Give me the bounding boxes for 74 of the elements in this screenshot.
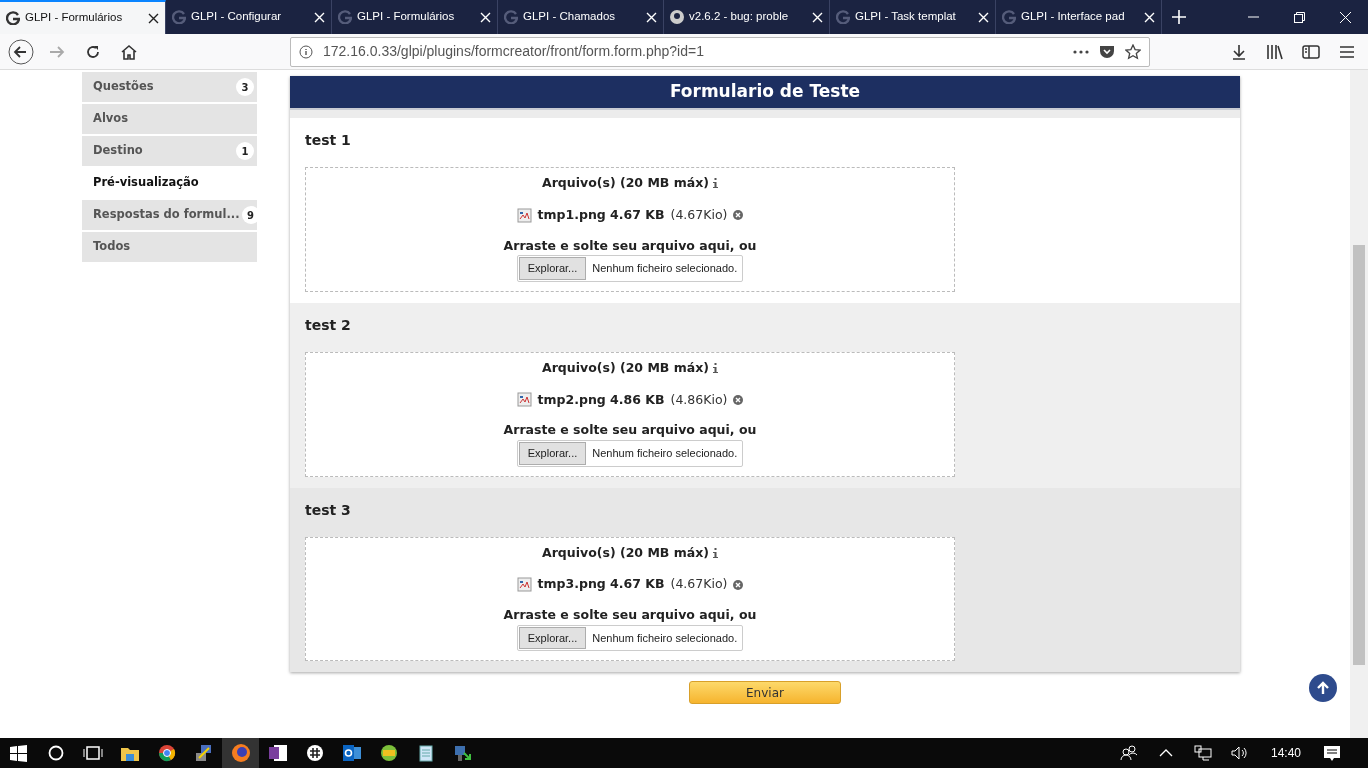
file-name: tmp3.png 4.67 KB bbox=[537, 575, 665, 594]
sidebar-item-label: Respostas do formul... bbox=[93, 206, 240, 224]
g-logo-icon bbox=[172, 10, 186, 24]
file-input[interactable]: Explorar... Nenhum ficheiro selecionado. bbox=[516, 255, 744, 282]
arrow-up-icon bbox=[1316, 681, 1330, 695]
field-label: Arquivo(s) (20 MB máx) bbox=[542, 174, 709, 192]
scroll-to-top-button[interactable] bbox=[1309, 674, 1337, 702]
sidebar-item-label: Destino bbox=[93, 142, 143, 160]
clock[interactable]: 14:40 bbox=[1258, 744, 1313, 762]
url-text: 172.16.0.33/glpi/plugins/formcreator/front/form.form.php?id=1 bbox=[323, 42, 705, 61]
sidebar-item-label: Alvos bbox=[93, 110, 129, 128]
file-input[interactable]: Explorar... Nenhum ficheiro selecionado. bbox=[516, 624, 744, 652]
file-size: (4.86Kio) bbox=[670, 390, 728, 409]
home-icon bbox=[120, 43, 138, 60]
g-logo-icon bbox=[338, 10, 352, 24]
remove-icon[interactable] bbox=[733, 579, 744, 590]
g-logo-icon bbox=[6, 11, 20, 25]
field-label: Arquivo(s) (20 MB máx) bbox=[542, 543, 709, 562]
sidebar-item[interactable]: Questões 3 bbox=[82, 72, 257, 102]
section-title: test 2 bbox=[305, 315, 352, 335]
drop-instruction: Arraste e solte seu arquivo aqui, ou bbox=[503, 421, 757, 440]
restore-icon bbox=[1293, 11, 1305, 23]
form-title: Formulario de Teste bbox=[290, 76, 1240, 110]
file-size: (4.67Kio) bbox=[670, 205, 728, 224]
upload-area[interactable]: Arquivo(s) (20 MB máx) tmp1.png 4.67 KB (4.67Kio) Arraste e solte seu arquivo aqui, ou Explorar... Nenhum ficheiro selecionado. bbox=[305, 167, 955, 292]
remove-icon[interactable] bbox=[733, 210, 744, 221]
count-badge: 3 bbox=[236, 78, 254, 96]
g-logo-icon bbox=[1002, 10, 1016, 24]
star-icon[interactable] bbox=[1125, 43, 1141, 60]
firefox-icon[interactable] bbox=[222, 738, 259, 768]
minimize-icon bbox=[1247, 16, 1259, 18]
file-size: (4.67Kio) bbox=[670, 575, 728, 594]
count-badge: 9 bbox=[241, 206, 257, 224]
g-logo-icon bbox=[836, 10, 850, 24]
more-icon[interactable] bbox=[1073, 49, 1089, 54]
section-title: test 3 bbox=[305, 500, 352, 520]
sidebar-item[interactable]: Todos bbox=[82, 232, 257, 262]
info-icon[interactable] bbox=[712, 363, 718, 374]
back-button[interactable] bbox=[6, 36, 36, 67]
info-icon bbox=[299, 44, 313, 59]
reload-icon bbox=[85, 43, 101, 60]
sidebar-item-label: Questões bbox=[93, 78, 154, 96]
image-file-icon bbox=[516, 577, 532, 593]
drop-instruction: Arraste e solte seu arquivo aqui, ou bbox=[503, 606, 757, 624]
info-icon[interactable] bbox=[712, 178, 718, 189]
sidebar-item[interactable]: Destino 1 bbox=[82, 136, 257, 166]
address-bar[interactable]: 172.16.0.33/glpi/plugins/formcreator/front/form.form.php?id=1 bbox=[290, 36, 1150, 67]
browser-tab[interactable]: GLPI - Formulários bbox=[0, 0, 166, 34]
section-title: test 1 bbox=[305, 131, 352, 150]
info-icon[interactable] bbox=[712, 547, 718, 558]
g-logo-icon bbox=[504, 10, 518, 24]
image-file-icon bbox=[516, 207, 532, 223]
drop-instruction: Arraste e solte seu arquivo aqui, ou bbox=[503, 236, 757, 255]
pocket-icon[interactable] bbox=[1099, 44, 1115, 59]
image-file-icon bbox=[516, 392, 532, 408]
sidebar-item-label: Todos bbox=[93, 238, 131, 256]
forward-arrow-icon bbox=[48, 43, 66, 60]
plus-icon bbox=[1171, 9, 1187, 25]
file-input[interactable]: Explorar... Nenhum ficheiro selecionado. bbox=[516, 440, 744, 467]
field-label: Arquivo(s) (20 MB máx) bbox=[542, 358, 709, 377]
file-name: tmp1.png 4.67 KB bbox=[537, 205, 665, 224]
count-badge: 1 bbox=[236, 142, 254, 160]
submit-button[interactable]: Enviar bbox=[689, 681, 841, 705]
upload-area[interactable]: Arquivo(s) (20 MB máx) tmp2.png 4.86 KB (4.86Kio) Arraste e solte seu arquivo aqui, ou Explorar... Nenhum ficheiro selecionado. bbox=[305, 351, 955, 477]
sidebar-item-label: Pré-visualização bbox=[93, 174, 199, 192]
close-icon[interactable] bbox=[148, 12, 159, 24]
upload-area[interactable]: Arquivo(s) (20 MB máx) tmp3.png 4.67 KB (4.67Kio) Arraste e solte seu arquivo aqui, ou Explorar... Nenhum ficheiro selecionado. bbox=[305, 536, 955, 662]
github-icon bbox=[670, 10, 684, 24]
sidebar-item[interactable]: Alvos bbox=[82, 104, 257, 134]
scrollbar[interactable] bbox=[1350, 70, 1368, 738]
file-name: tmp2.png 4.86 KB bbox=[537, 390, 665, 409]
remove-icon[interactable] bbox=[733, 394, 744, 405]
close-icon bbox=[1339, 11, 1351, 23]
sidebar-item[interactable]: Respostas do formul... 9 bbox=[82, 200, 257, 230]
